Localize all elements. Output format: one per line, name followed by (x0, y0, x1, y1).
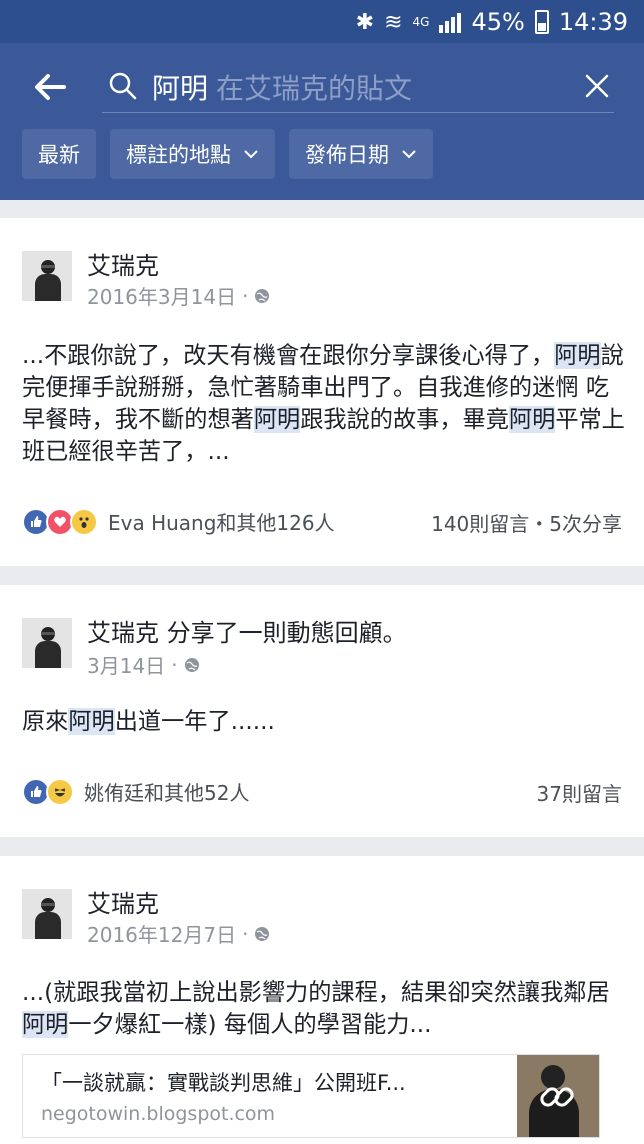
globe-icon (184, 657, 199, 672)
post-text: 原來阿明出道一年了...... (22, 706, 627, 740)
battery-percent: 45% (471, 8, 525, 36)
search-input[interactable]: 阿明 在艾瑞克的貼文 (152, 67, 412, 107)
post-card[interactable]: 艾瑞克 分享了一則動態回顧。 3月14日 · 原來阿明出道一年了...... 姚侑… (0, 585, 644, 837)
post-card[interactable]: 艾瑞克 2016年3月14日 · ...不跟你說了，改天有機會在跟你分享課後心得了… (0, 218, 644, 566)
post-date[interactable]: 3月14日 (87, 650, 165, 679)
link-preview[interactable]: 「一談就贏：實戰談判思維」公開班F... negotowin.blogspot.… (22, 1054, 600, 1138)
highlighted-keyword: 阿明 (68, 708, 115, 735)
reaction-names: Eva Huang和其他126人 (108, 511, 335, 535)
text-run: 原來 (22, 708, 69, 735)
avatar[interactable] (22, 889, 72, 939)
search-header: 阿明 在艾瑞克的貼文 最新 標註的地點 發佈日期 (0, 43, 644, 200)
network-label: 4G (412, 15, 430, 29)
post-date[interactable]: 2016年12月7日 (87, 919, 236, 948)
post-text: ...(就跟我當初上說出影響力的課程，結果卻突然讓我鄰居阿明一夕爆紅一樣) 每個… (22, 977, 627, 1043)
avatar[interactable] (22, 251, 72, 301)
filter-label: 標註的地點 (126, 143, 231, 167)
back-arrow-icon[interactable] (32, 69, 68, 105)
link-domain: negotowin.blogspot.com (41, 1103, 276, 1125)
text-run: 跟我說的故事，畢竟 (300, 406, 509, 433)
filter-bar: 最新 標註的地點 發佈日期 (22, 129, 433, 179)
highlighted-keyword: 阿明 (508, 406, 556, 433)
post-card[interactable]: 艾瑞克 2016年12月7日 · ...(就跟我當初上說出影響力的課程，結果卻突然… (0, 856, 644, 1144)
filter-label: 發佈日期 (305, 143, 389, 167)
text-run: ...不跟你說了，改天有機會在跟你分享課後心得了， (22, 342, 555, 369)
filter-label: 最新 (38, 143, 80, 167)
link-thumbnail (517, 1055, 599, 1137)
highlighted-keyword: 阿明 (554, 342, 601, 369)
reaction-names: 姚侑廷和其他52人 (84, 781, 250, 805)
text-run: ...(就跟我當初上說出影響力的課程，結果卻突然讓我鄰居 (22, 979, 610, 1006)
comment-share-counts[interactable]: 140則留言・5次分享 (431, 508, 622, 537)
wifi-icon: ≋ (384, 9, 403, 35)
clock: 14:39 (558, 8, 628, 36)
post-author[interactable]: 艾瑞克 (87, 246, 159, 281)
post-meta: 2016年3月14日 · (87, 281, 270, 310)
status-bar: ✱ ≋ 4G 45% 14:39 (0, 0, 644, 43)
post-meta: 3月14日 · (87, 650, 200, 679)
chevron-down-icon (244, 150, 258, 159)
post-meta: 2016年12月7日 · (87, 919, 270, 948)
text-run: 出道一年了...... (114, 708, 275, 735)
search-placeholder: 在艾瑞克的貼文 (216, 72, 413, 105)
highlighted-keyword: 阿明 (253, 406, 301, 433)
globe-icon (255, 926, 270, 941)
post-date[interactable]: 2016年3月14日 (87, 281, 236, 310)
avatar[interactable] (22, 618, 72, 668)
signal-icon (439, 11, 462, 33)
haha-reaction-icon (46, 777, 74, 806)
link-title: 「一談就贏：實戰談判思維」公開班F... (41, 1071, 406, 1095)
post-text: ...不跟你說了，改天有機會在跟你分享課後心得了，阿明說完便揮手說掰掰，急忙著騎… (22, 340, 627, 470)
close-icon[interactable] (582, 71, 612, 101)
filter-latest[interactable]: 最新 (22, 129, 96, 179)
highlighted-keyword: 阿明 (22, 1011, 69, 1038)
reaction-summary[interactable]: Eva Huang和其他126人 (22, 507, 335, 536)
filter-post-date[interactable]: 發佈日期 (289, 129, 433, 179)
link-icon (540, 1087, 574, 1107)
filter-tagged-location[interactable]: 標註的地點 (110, 129, 275, 179)
battery-icon (534, 10, 549, 34)
comment-count[interactable]: 37則留言 (537, 778, 622, 807)
post-author[interactable]: 艾瑞克 分享了一則動態回顧。 (87, 613, 407, 648)
globe-icon (255, 288, 270, 303)
search-icon (109, 72, 137, 100)
reaction-summary[interactable]: 姚侑廷和其他52人 (22, 777, 249, 806)
bluetooth-icon: ✱ (355, 9, 375, 35)
chevron-down-icon (402, 150, 416, 159)
post-author[interactable]: 艾瑞克 (87, 884, 159, 919)
search-query-text: 阿明 (152, 72, 209, 105)
wow-reaction-icon (70, 507, 98, 536)
text-run: 一夕爆紅一樣) 每個人的學習能力... (68, 1011, 432, 1038)
search-bar[interactable]: 阿明 在艾瑞克的貼文 (102, 61, 614, 113)
